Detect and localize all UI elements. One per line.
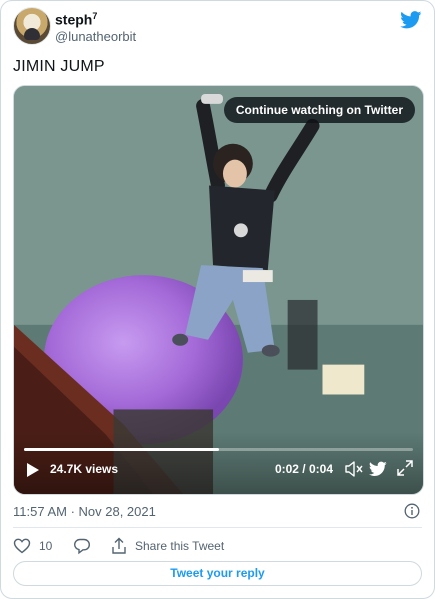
heart-icon[interactable] — [13, 537, 31, 555]
avatar[interactable] — [13, 7, 51, 45]
author-handle[interactable]: @lunatheorbit — [55, 29, 136, 44]
video-progress-bar[interactable] — [24, 448, 413, 451]
divider — [13, 527, 422, 528]
tweet-reply-button[interactable]: Tweet your reply — [13, 561, 422, 586]
video-player[interactable]: Continue watching on Twitter 24.7K views… — [13, 85, 424, 495]
reply-icon[interactable] — [73, 537, 91, 555]
video-time: 0:02 / 0:04 — [274, 462, 333, 476]
share-icon[interactable] — [111, 537, 127, 555]
video-progress-fill — [24, 448, 219, 451]
author-name[interactable]: steph7 — [55, 11, 97, 28]
volume-icon[interactable] — [345, 461, 363, 477]
tweet-text: JIMIN JUMP — [13, 58, 105, 75]
tweet-timestamp[interactable]: 11:57 AM · Nov 28, 2021 — [13, 504, 156, 519]
info-icon[interactable] — [404, 503, 420, 519]
tweet-header: steph7 @lunatheorbit — [13, 7, 422, 47]
tweet-card: steph7 @lunatheorbit JIMIN JUMP Continue… — [0, 0, 435, 599]
view-count: 24.7K views — [50, 462, 119, 476]
like-count: 10 — [39, 539, 53, 553]
twitter-bird-icon[interactable] — [400, 11, 422, 29]
share-tweet-link[interactable]: Share this Tweet — [135, 539, 224, 553]
play-icon[interactable] — [26, 462, 40, 478]
twitter-bird-icon[interactable] — [369, 461, 387, 477]
tweet-actions: 10 Share this Tweet — [13, 537, 422, 555]
continue-watching-button[interactable]: Continue watching on Twitter — [223, 97, 415, 123]
video-controls: 24.7K views 0:02 / 0:04 — [14, 432, 423, 494]
expand-icon[interactable] — [397, 460, 413, 476]
author-name-superscript: 7 — [92, 11, 98, 21]
author-name-text: steph — [55, 11, 93, 28]
